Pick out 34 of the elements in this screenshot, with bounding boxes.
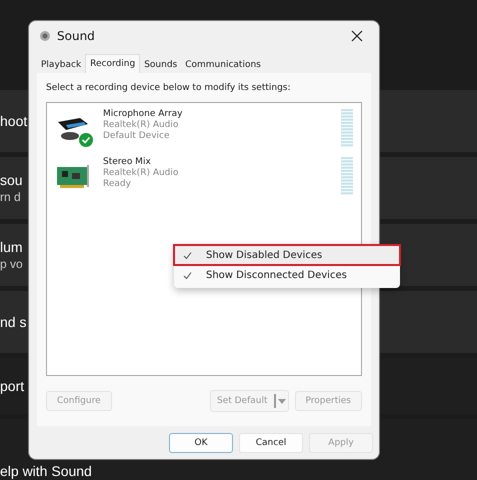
check-badge-icon xyxy=(79,133,93,147)
tab[interactable]: Sounds xyxy=(140,56,182,73)
level-meter-icon xyxy=(341,157,353,195)
settings-label: p vo xyxy=(0,257,23,271)
dropdown-button[interactable] xyxy=(274,394,288,408)
settings-label: nd s xyxy=(0,314,26,330)
tab[interactable]: Playback xyxy=(37,56,86,73)
close-icon xyxy=(351,30,363,42)
check-icon xyxy=(183,270,192,280)
speaker-icon xyxy=(39,30,51,42)
menu-item[interactable]: Show Disabled Devices xyxy=(174,245,400,265)
device-driver: Realtek(R) Audio xyxy=(103,120,180,130)
settings-label: sou xyxy=(0,172,23,188)
settings-label: port xyxy=(0,378,24,394)
settings-label: rn d xyxy=(0,190,21,204)
device-name: Microphone Array xyxy=(103,109,184,119)
tab[interactable]: Communications xyxy=(181,56,265,73)
settings-label: hoot xyxy=(0,113,28,129)
caret-icon xyxy=(278,398,286,404)
level-meter-icon xyxy=(341,109,353,147)
device-status: Ready xyxy=(103,179,132,189)
tab[interactable]: Recording xyxy=(85,54,140,73)
instruction-text: Select a recording device below to modify its settings: xyxy=(46,83,292,93)
settings-label: elp with Sound xyxy=(0,463,92,479)
sound-card-icon xyxy=(57,165,89,189)
window-title: Sound xyxy=(57,29,96,43)
settings-label: lum xyxy=(0,239,23,255)
device-name: Stereo Mix xyxy=(103,157,152,167)
dialog-button[interactable]: Cancel xyxy=(239,432,303,452)
device-status: Default Device xyxy=(103,131,171,141)
device-driver: Realtek(R) Audio xyxy=(103,168,180,178)
check-icon xyxy=(183,250,192,260)
menu-item[interactable]: Show Disconnected Devices xyxy=(174,265,400,285)
dialog-button[interactable]: OK xyxy=(169,432,233,452)
